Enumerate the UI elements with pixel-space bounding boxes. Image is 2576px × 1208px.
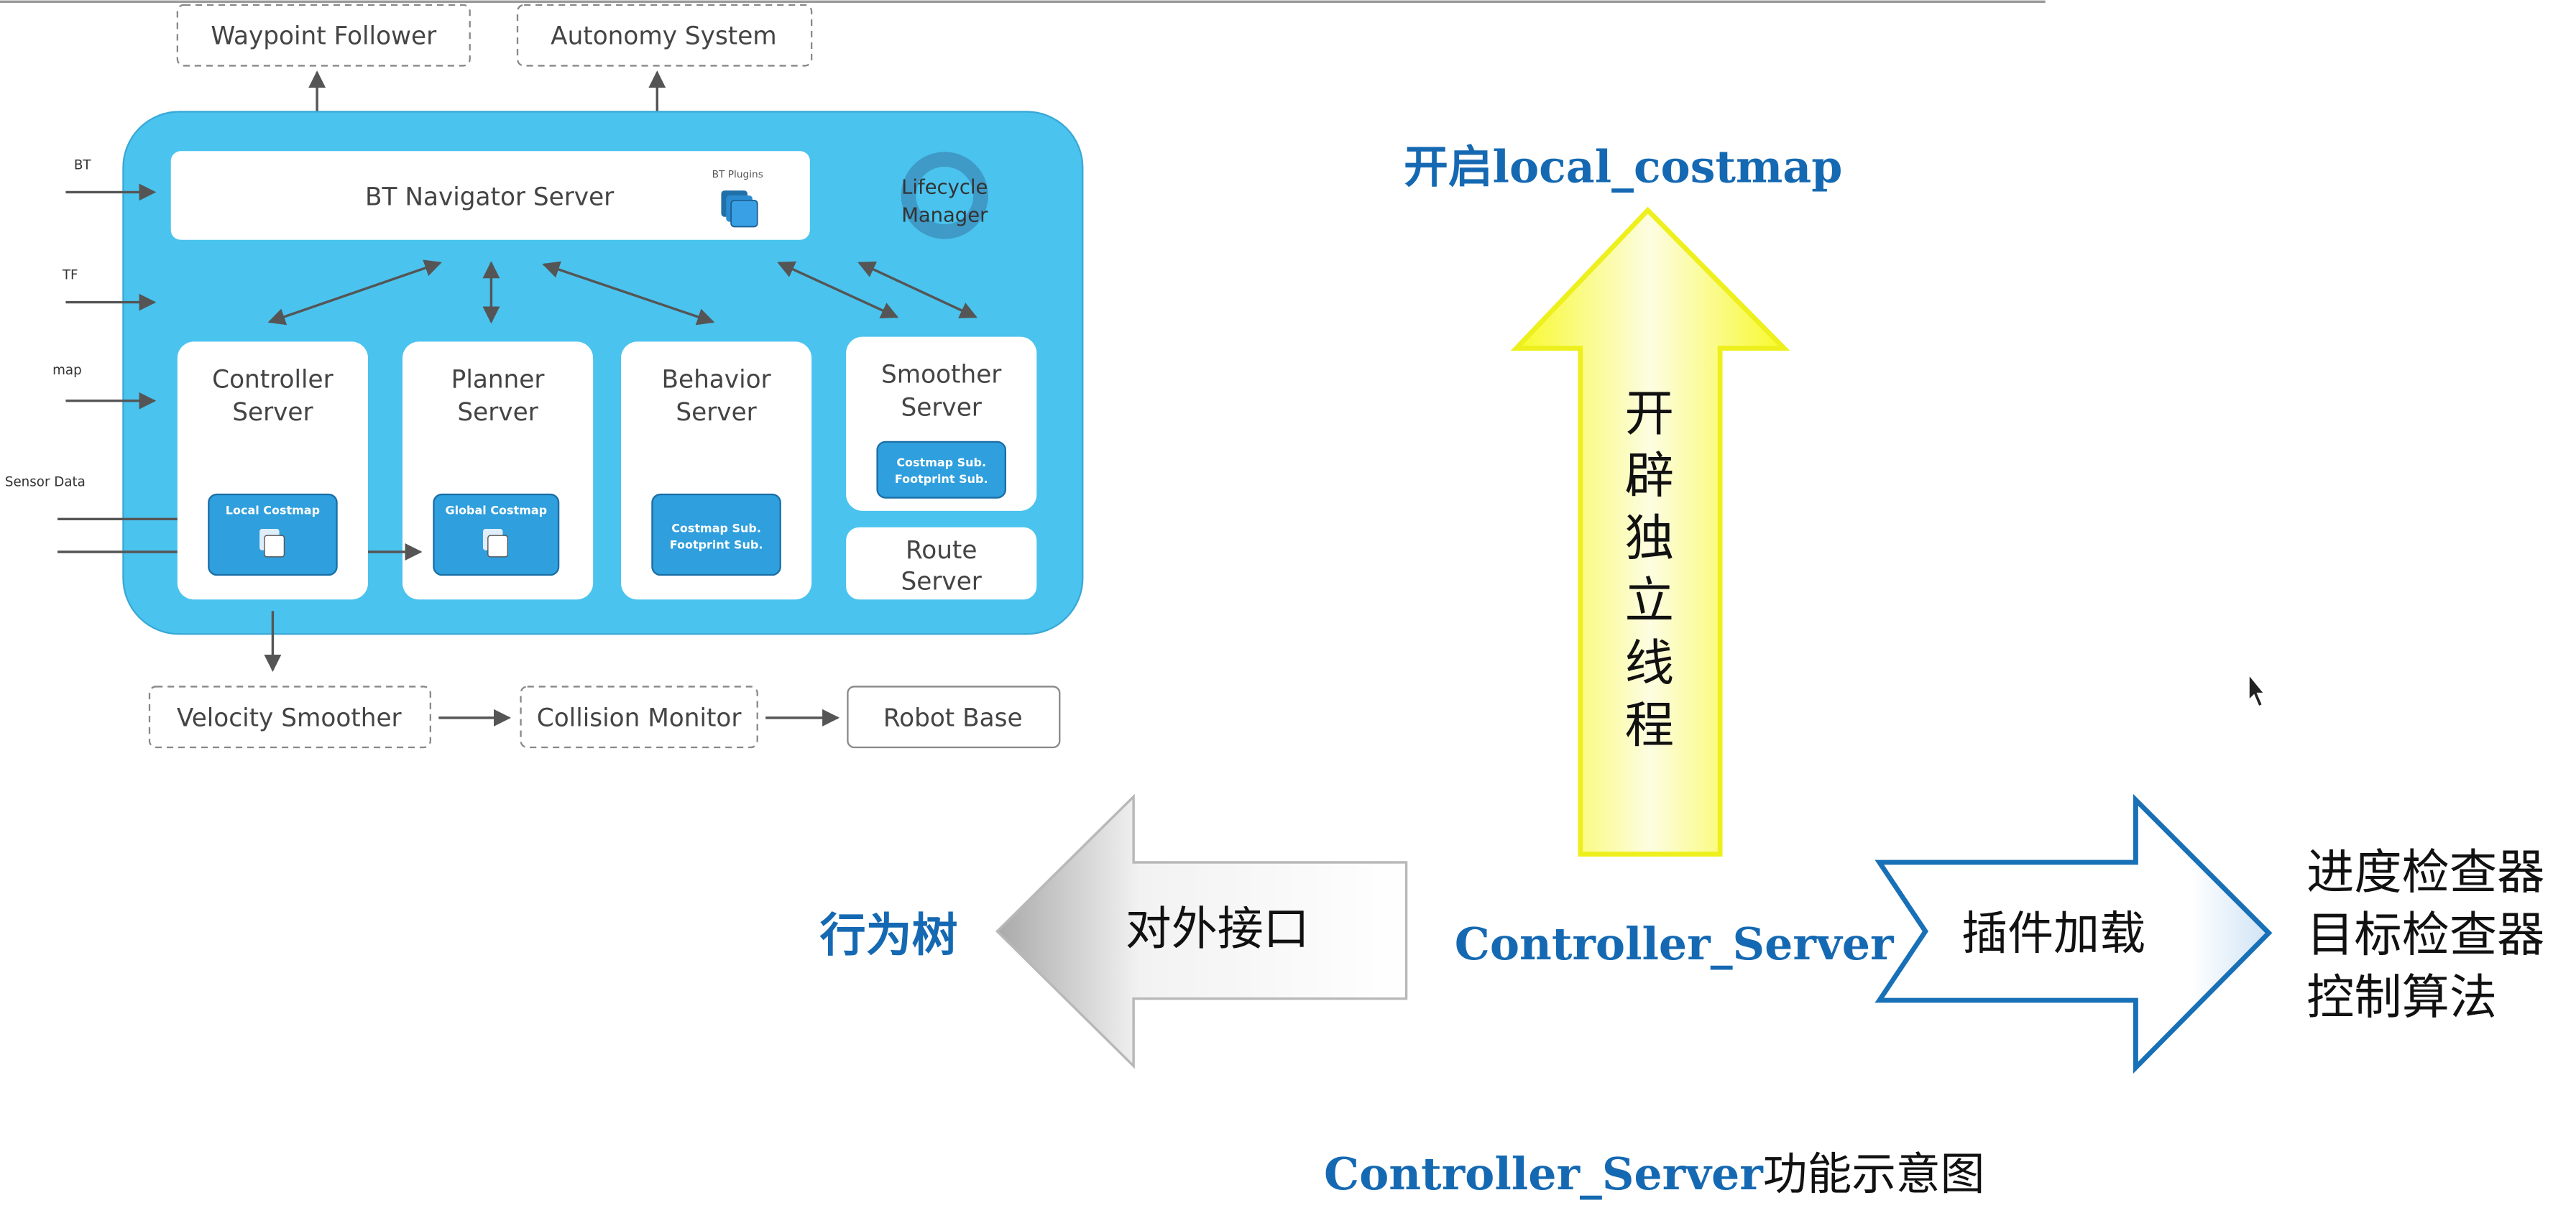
up-arrow-char-5: 线 bbox=[1625, 635, 1675, 692]
smoother-server-label-1: Smoother bbox=[881, 361, 1002, 389]
bt-navigator-label: BT Navigator Server bbox=[365, 183, 615, 212]
planner-server-label-1: Planner bbox=[451, 365, 546, 394]
input-label-tf: TF bbox=[62, 268, 78, 283]
robot-base-label: Robot Base bbox=[883, 704, 1023, 732]
route-server-label-1: Route bbox=[906, 536, 977, 565]
up-arrow-char-3: 独 bbox=[1625, 510, 1675, 568]
global-costmap-label: Global Costmap bbox=[445, 503, 547, 517]
lifecycle-label-2: Manager bbox=[901, 205, 988, 227]
autonomy-system-label: Autonomy System bbox=[551, 22, 777, 51]
caption-part-2: 功能示意图 bbox=[1763, 1148, 1985, 1200]
behavior-server-label-2: Server bbox=[676, 398, 757, 427]
smoother-sub-label-1: Costmap Sub. bbox=[896, 456, 986, 469]
bt-plugins-label: BT Plugins bbox=[712, 169, 763, 180]
goal-checker-label: 目标检查器 bbox=[2306, 906, 2544, 962]
waypoint-follower-label: Waypoint Follower bbox=[211, 22, 437, 51]
velocity-smoother-label: Velocity Smoother bbox=[177, 704, 402, 732]
behavior-server-label-1: Behavior bbox=[661, 365, 771, 394]
controller-server-label-1: Controller bbox=[212, 365, 334, 394]
lifecycle-label-1: Lifecycle bbox=[901, 177, 988, 199]
caption-part-1: Controller_Server bbox=[1324, 1148, 1764, 1200]
right-arrow-text: 插件加载 bbox=[1961, 908, 2145, 961]
diagram-caption: Controller_Server功能示意图 bbox=[1324, 1148, 1984, 1200]
progress-checker-label: 进度检查器 bbox=[2306, 844, 2544, 900]
input-label-bt: BT bbox=[74, 157, 92, 172]
left-arrow-text: 对外接口 bbox=[1126, 903, 1310, 956]
smoother-sub-label-2: Footprint Sub. bbox=[895, 472, 988, 486]
planner-server-label-2: Server bbox=[457, 398, 538, 427]
smoother-server-label-2: Server bbox=[901, 393, 983, 422]
behavior-tree-label: 行为树 bbox=[820, 909, 958, 962]
route-server-label-2: Server bbox=[901, 568, 983, 596]
mouse-cursor-icon bbox=[2248, 673, 2266, 707]
behavior-sub-label-2: Footprint Sub. bbox=[670, 538, 763, 551]
nav2-architecture: Waypoint Follower Autonomy System BT Nav… bbox=[5, 4, 1084, 749]
input-label-map: map bbox=[52, 363, 82, 378]
up-arrow-char-6: 程 bbox=[1625, 697, 1675, 755]
diagram-canvas: Waypoint Follower Autonomy System BT Nav… bbox=[0, 0, 2544, 1200]
input-label-sensor: Sensor Data bbox=[5, 475, 86, 490]
up-arrow-char-4: 立 bbox=[1625, 572, 1675, 630]
controller-server-center-label: Controller_Server bbox=[1455, 918, 1895, 970]
behavior-sub-label-1: Costmap Sub. bbox=[671, 522, 761, 535]
up-arrow-char-1: 开 bbox=[1625, 385, 1675, 443]
smoother-sub-box bbox=[876, 441, 1006, 499]
collision-monitor-label: Collision Monitor bbox=[537, 704, 742, 732]
controller-server-label-2: Server bbox=[232, 398, 313, 427]
open-local-costmap-label: 开启local_costmap bbox=[1404, 141, 1842, 193]
local-costmap-label: Local Costmap bbox=[226, 503, 320, 517]
control-algorithm-label: 控制算法 bbox=[2306, 969, 2497, 1025]
up-arrow-char-2: 辟 bbox=[1625, 448, 1675, 505]
